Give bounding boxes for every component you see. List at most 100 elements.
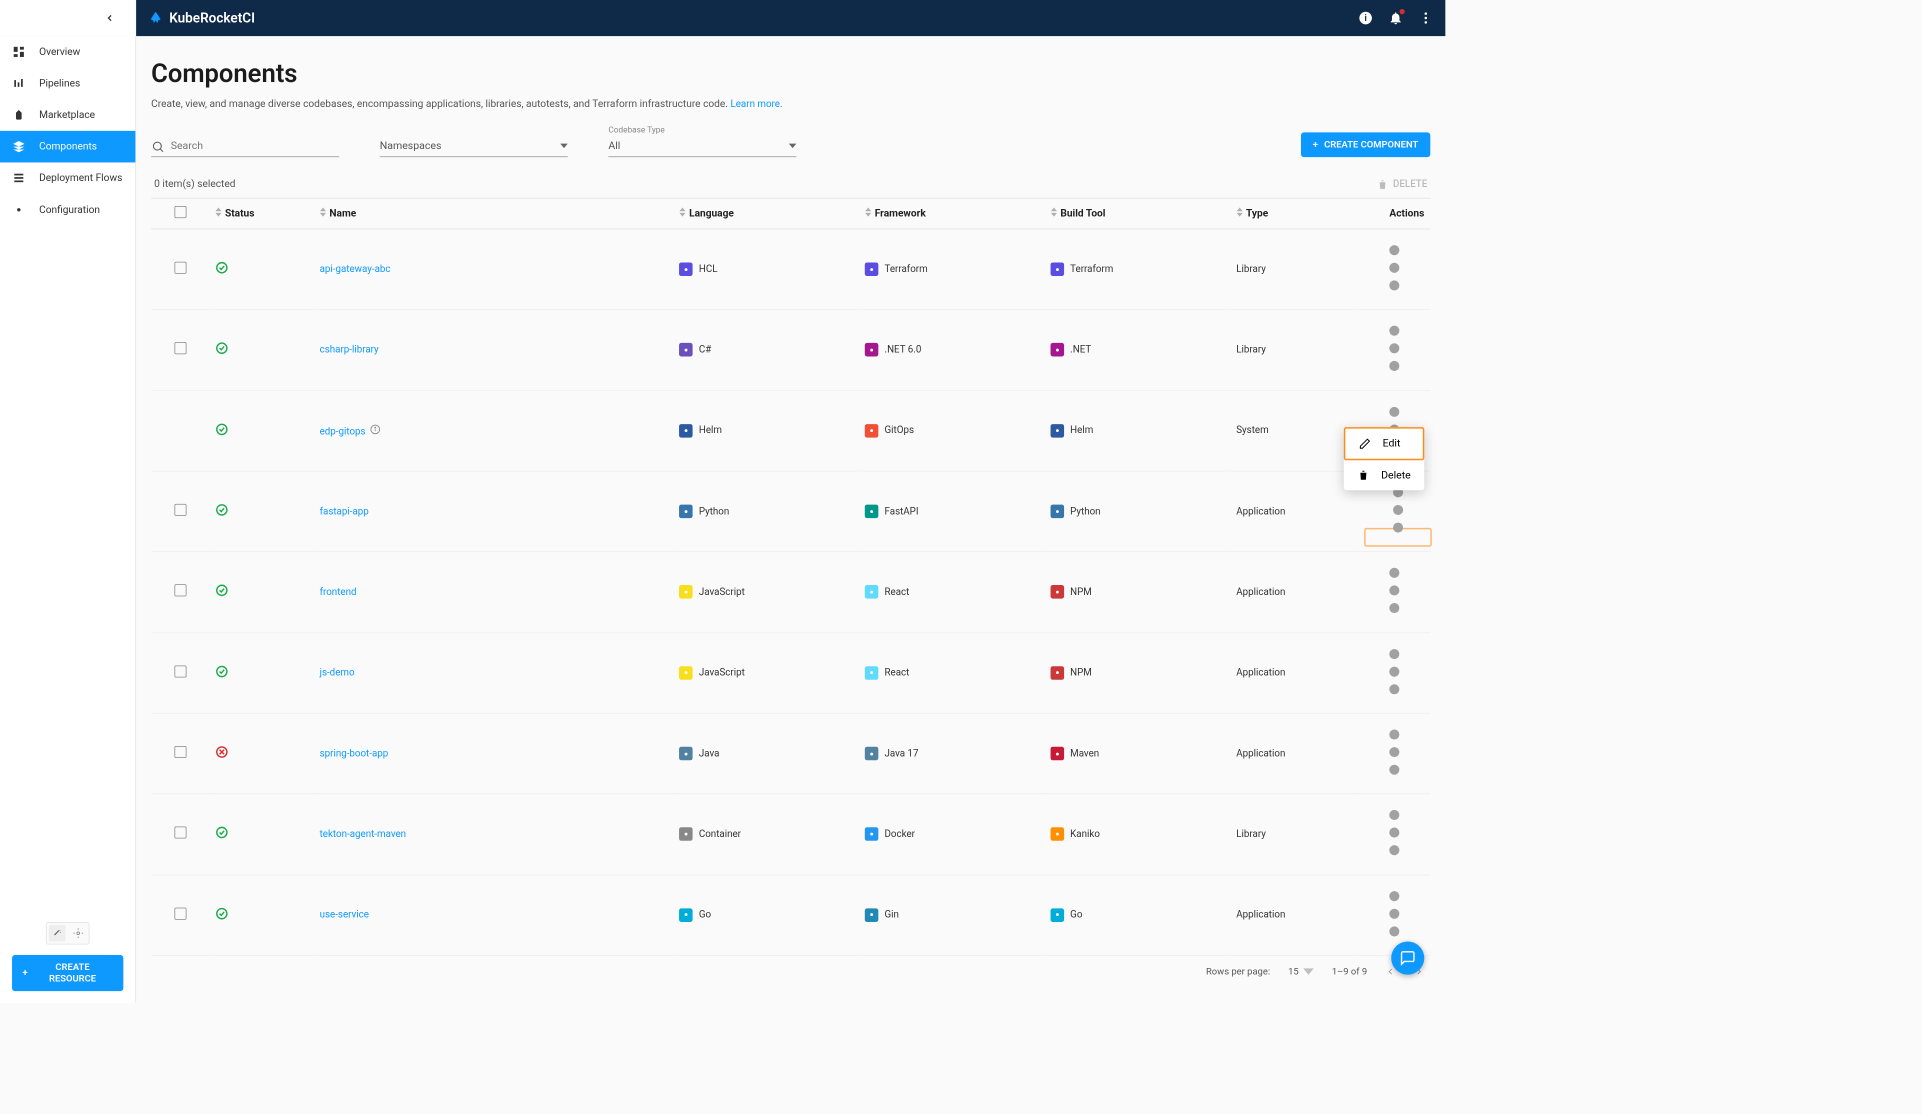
- framework-cell: ●FastAPI: [865, 505, 1039, 519]
- component-name-link[interactable]: js-demo: [320, 667, 355, 678]
- page-title: Components: [151, 59, 1430, 89]
- status-cell: [209, 229, 313, 310]
- selection-count: 0 item(s) selected: [154, 178, 235, 190]
- info-icon[interactable]: i: [1358, 11, 1373, 26]
- create-component-button[interactable]: +CREATE COMPONENT: [1301, 132, 1430, 157]
- buildtool-cell: ●NPM: [1051, 585, 1225, 599]
- framework-cell: ●React: [865, 585, 1039, 599]
- namespaces-select[interactable]: Namespaces: [380, 135, 568, 157]
- status-cell: [209, 794, 313, 875]
- component-name-link[interactable]: fastapi-app: [320, 506, 369, 517]
- row-checkbox[interactable]: [174, 585, 186, 597]
- theme-toggle[interactable]: [46, 922, 90, 945]
- status-cell: [209, 713, 313, 794]
- row-checkbox[interactable]: [174, 907, 186, 919]
- type-cell: Library: [1230, 794, 1358, 875]
- status-cell: [209, 310, 313, 391]
- learn-more-link[interactable]: Learn more.: [730, 99, 782, 110]
- components-table: Status Name Language Framework Build Too…: [151, 198, 1430, 956]
- component-name-link[interactable]: edp-gitops: [320, 426, 366, 437]
- status-cell: [209, 390, 313, 471]
- notifications-icon[interactable]: [1388, 11, 1403, 26]
- language-cell: ●JavaScript: [679, 666, 853, 680]
- app-name: KubeRocketCI: [169, 10, 255, 26]
- buildtool-cell: ●NPM: [1051, 666, 1225, 680]
- language-cell: ●Helm: [679, 424, 853, 438]
- type-cell: Application: [1230, 471, 1358, 552]
- app-header: KubeRocketCI i: [0, 0, 1445, 36]
- select-all-checkbox[interactable]: [174, 206, 186, 218]
- component-name-link[interactable]: csharp-library: [320, 344, 379, 355]
- filter-row: Namespaces Codebase Type All +CREATE COM…: [151, 132, 1430, 157]
- component-name-link[interactable]: frontend: [320, 587, 357, 598]
- trash-icon: [1377, 179, 1388, 190]
- row-checkbox[interactable]: [174, 665, 186, 677]
- svg-text:i: i: [1364, 14, 1366, 24]
- buildtool-cell: ●Terraform: [1051, 263, 1225, 277]
- chevron-down-icon: [560, 142, 568, 150]
- delete-menu-item[interactable]: Delete: [1343, 460, 1424, 490]
- language-cell: ●C#: [679, 343, 853, 357]
- table-row: use-service ●Go ●Gin ●Go Application: [151, 875, 1430, 956]
- search-icon: [151, 140, 165, 154]
- framework-cell: ●React: [865, 666, 1039, 680]
- table-row: fastapi-app ●Python ●FastAPI ●Python App…: [151, 471, 1430, 552]
- buildtool-cell: ●Go: [1051, 908, 1225, 922]
- header-menu-icon[interactable]: [1418, 11, 1433, 26]
- row-menu-button[interactable]: [1364, 855, 1424, 866]
- framework-cell: ●Gin: [865, 908, 1039, 922]
- table-row: csharp-library ●C# ●.NET 6.0 ●.NET Libra…: [151, 310, 1430, 391]
- sidebar-item-marketplace[interactable]: Marketplace: [0, 99, 135, 131]
- sidebar-item-overview[interactable]: Overview: [0, 36, 135, 68]
- buildtool-cell: ●.NET: [1051, 343, 1225, 357]
- gear-icon: [70, 925, 87, 942]
- main-content: Components Create, view, and manage dive…: [136, 36, 1445, 1003]
- page-subtitle: Create, view, and manage diverse codebas…: [151, 98, 1430, 110]
- sidebar-item-pipelines[interactable]: Pipelines: [0, 68, 135, 100]
- component-name-link[interactable]: tekton-agent-maven: [320, 829, 406, 840]
- rows-per-page-select[interactable]: 15: [1288, 966, 1314, 977]
- component-name-link[interactable]: use-service: [320, 909, 369, 920]
- batch-delete-button[interactable]: DELETE: [1377, 179, 1427, 190]
- row-checkbox[interactable]: [174, 262, 186, 274]
- row-checkbox[interactable]: [174, 504, 186, 516]
- row-checkbox[interactable]: [174, 746, 186, 758]
- search-input[interactable]: [151, 135, 339, 157]
- language-cell: ●Java: [679, 747, 853, 761]
- status-cell: [209, 552, 313, 633]
- sidebar-collapse-button[interactable]: [0, 0, 136, 36]
- row-menu-button[interactable]: [1364, 528, 1432, 547]
- row-menu-button[interactable]: [1364, 613, 1424, 624]
- chat-button[interactable]: [1391, 941, 1424, 974]
- table-row: spring-boot-app ●Java ●Java 17 ●Maven Ap…: [151, 713, 1430, 794]
- table-row: edp-gitops ●Helm ●GitOps ●Helm System: [151, 390, 1430, 471]
- component-name-link[interactable]: spring-boot-app: [320, 748, 389, 759]
- search-field[interactable]: [151, 135, 339, 157]
- type-cell: Application: [1230, 633, 1358, 714]
- table-row: js-demo ●JavaScript ●React ●NPM Applicat…: [151, 633, 1430, 714]
- type-cell: Library: [1230, 229, 1358, 310]
- create-resource-button[interactable]: +CREATE RESOURCE: [12, 955, 123, 991]
- edit-menu-item[interactable]: Edit: [1345, 429, 1423, 459]
- sidebar-item-deployment-flows[interactable]: Deployment Flows: [0, 162, 135, 194]
- chevron-down-icon: [1303, 967, 1314, 978]
- sidebar-item-configuration[interactable]: Configuration: [0, 194, 135, 226]
- codebase-type-select[interactable]: Codebase Type All: [608, 135, 796, 157]
- sidebar-item-components[interactable]: Components: [0, 131, 135, 163]
- row-menu-button[interactable]: [1364, 290, 1424, 301]
- row-menu-button[interactable]: [1364, 774, 1424, 785]
- row-menu-button[interactable]: [1364, 370, 1424, 381]
- selection-bar: 0 item(s) selected DELETE: [151, 171, 1430, 198]
- buildtool-cell: ●Kaniko: [1051, 828, 1225, 842]
- framework-cell: ●Terraform: [865, 263, 1039, 277]
- language-cell: ●Container: [679, 828, 853, 842]
- component-name-link[interactable]: api-gateway-abc: [320, 264, 391, 275]
- status-cell: [209, 875, 313, 956]
- framework-cell: ●Docker: [865, 828, 1039, 842]
- row-checkbox[interactable]: [174, 827, 186, 839]
- row-checkbox[interactable]: [174, 343, 186, 355]
- app-logo[interactable]: KubeRocketCI: [136, 10, 255, 26]
- table-row: api-gateway-abc ●HCL ●Terraform ●Terrafo…: [151, 229, 1430, 310]
- status-cell: [209, 633, 313, 714]
- row-menu-button[interactable]: [1364, 693, 1424, 704]
